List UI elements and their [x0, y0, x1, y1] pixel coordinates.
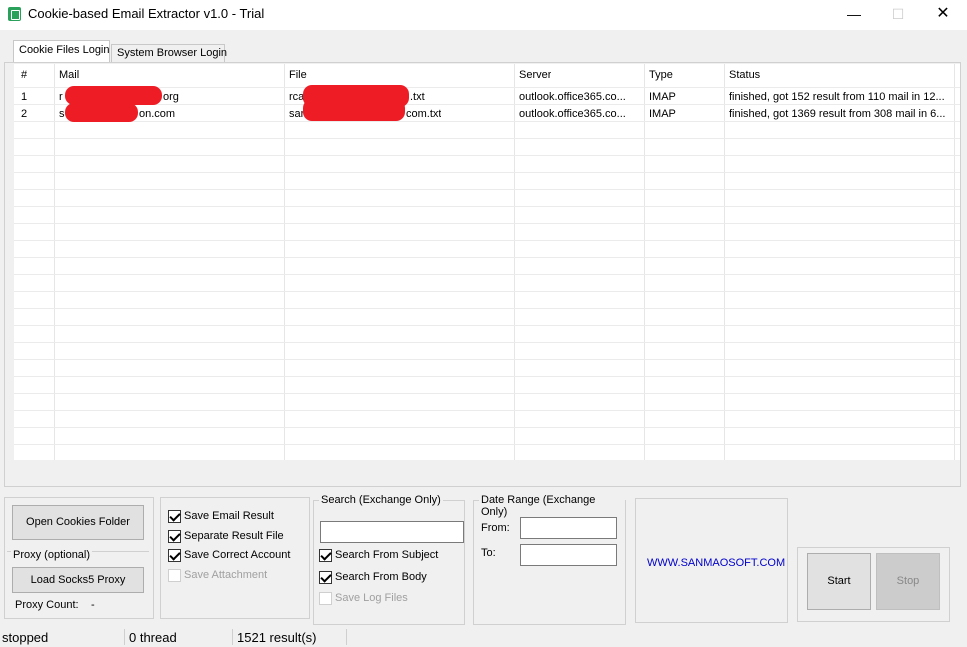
row-number: 2 [21, 108, 28, 120]
empty-row [14, 224, 960, 241]
tab-panel: # Mail File Server Type Status 1 r org r… [4, 62, 961, 487]
search-group: Search (Exchange Only) Search From Subje… [313, 494, 465, 625]
row-status: finished, got 152 result from 110 mail i… [729, 91, 945, 103]
status-separator [232, 629, 233, 645]
column-header-mail[interactable]: Mail [59, 69, 79, 81]
save-email-result-label: Save Email Result [184, 510, 274, 522]
row-file-suffix: .txt [410, 91, 425, 103]
empty-row [14, 394, 960, 411]
row-mail-suffix: org [163, 91, 179, 103]
date-range-group: Date Range (Exchange Only) From: To: [473, 494, 626, 625]
save-log-files-label: Save Log Files [335, 592, 408, 604]
redaction-mark [65, 103, 138, 122]
row-mail-prefix: r [59, 91, 63, 103]
proxy-count-label: Proxy Count: [15, 599, 79, 611]
search-from-body-label: Search From Body [335, 571, 427, 583]
empty-row [14, 343, 960, 360]
status-bar: stopped 0 thread 1521 result(s) [0, 627, 967, 647]
empty-row [14, 139, 960, 156]
save-correct-account-checkbox[interactable] [168, 549, 181, 562]
status-thread-count: 0 thread [129, 630, 177, 645]
load-socks5-proxy-button[interactable]: Load Socks5 Proxy [12, 567, 144, 593]
search-query-input[interactable] [320, 521, 464, 543]
empty-row [14, 173, 960, 190]
website-link[interactable]: WWW.SANMAOSOFT.COM [647, 557, 785, 569]
empty-row [14, 309, 960, 326]
save-attachment-checkbox[interactable] [168, 569, 181, 582]
column-header-status[interactable]: Status [729, 69, 760, 81]
empty-row [14, 377, 960, 394]
column-header-file[interactable]: File [289, 69, 307, 81]
stop-button[interactable]: Stop [876, 553, 940, 610]
save-options-group: Save Email Result Separate Result File S… [160, 497, 310, 619]
date-range-group-label: Date Range (Exchange Only) [479, 494, 625, 518]
empty-row [14, 411, 960, 428]
start-button[interactable]: Start [807, 553, 871, 610]
date-from-label: From: [481, 522, 510, 534]
title-bar: Cookie-based Email Extractor v1.0 - Tria… [0, 0, 967, 30]
empty-row [14, 241, 960, 258]
app-icon [8, 7, 21, 21]
run-controls-group: Start Stop [797, 547, 950, 622]
empty-row [14, 292, 960, 309]
column-header-number[interactable]: # [21, 69, 27, 81]
row-status: finished, got 1369 result from 308 mail … [729, 108, 946, 120]
row-server: outlook.office365.co... [519, 108, 626, 120]
close-button[interactable]: ✕ [932, 4, 954, 24]
row-mail-prefix: s [59, 108, 65, 120]
save-correct-account-label: Save Correct Account [184, 549, 291, 561]
row-number: 1 [21, 91, 28, 103]
empty-row [14, 156, 960, 173]
website-group: WWW.SANMAOSOFT.COM [635, 498, 788, 623]
empty-row [14, 122, 960, 139]
search-from-subject-checkbox[interactable] [319, 549, 332, 562]
date-from-input[interactable] [520, 517, 617, 539]
search-from-subject-label: Search From Subject [335, 549, 439, 561]
proxy-group-label: Proxy (optional) [11, 549, 93, 561]
proxy-count-value: - [91, 599, 95, 611]
cookies-proxy-group: Open Cookies Folder Proxy (optional) Loa… [4, 497, 154, 619]
table-row[interactable]: 1 r org rca .txt outlook.office365.co...… [14, 85, 960, 107]
status-separator [346, 629, 347, 645]
status-state: stopped [2, 630, 49, 645]
empty-row [14, 207, 960, 224]
row-file-suffix: com.txt [406, 108, 442, 120]
separate-result-file-label: Separate Result File [184, 530, 284, 542]
minimize-button[interactable]: — [843, 4, 865, 24]
save-log-files-checkbox[interactable] [319, 592, 332, 605]
status-separator [124, 629, 125, 645]
tab-cookie-files-login[interactable]: Cookie Files Login [13, 40, 110, 63]
empty-row [14, 190, 960, 207]
redaction-mark [303, 99, 405, 121]
row-mail-suffix: on.com [139, 108, 176, 120]
save-email-result-checkbox[interactable] [168, 510, 181, 523]
maximize-button[interactable]: ☐ [887, 4, 909, 24]
empty-row [14, 428, 960, 445]
empty-row [14, 275, 960, 292]
table-row[interactable]: 2 s on.com sar com.txt outlook.office365… [14, 99, 960, 122]
separate-result-file-checkbox[interactable] [168, 530, 181, 543]
search-group-label: Search (Exchange Only) [319, 494, 443, 506]
search-from-body-checkbox[interactable] [319, 571, 332, 584]
table-header: # Mail File Server Type Status [14, 64, 960, 88]
empty-row [14, 326, 960, 343]
status-result-count: 1521 result(s) [237, 630, 317, 645]
row-file-prefix: sar [289, 108, 305, 120]
column-header-server[interactable]: Server [519, 69, 551, 81]
open-cookies-folder-button[interactable]: Open Cookies Folder [12, 505, 144, 540]
date-to-label: To: [481, 547, 496, 559]
column-header-type[interactable]: Type [649, 69, 673, 81]
window-title: Cookie-based Email Extractor v1.0 - Tria… [28, 6, 265, 21]
row-type: IMAP [649, 91, 676, 103]
row-file-prefix: rca [289, 91, 305, 103]
empty-row [14, 258, 960, 275]
results-table[interactable]: # Mail File Server Type Status 1 r org r… [14, 64, 960, 460]
tab-system-browser-login[interactable]: System Browser Login [111, 44, 227, 63]
row-server: outlook.office365.co... [519, 91, 626, 103]
row-type: IMAP [649, 108, 676, 120]
empty-row [14, 360, 960, 377]
save-attachment-label: Save Attachment [184, 569, 268, 581]
date-to-input[interactable] [520, 544, 617, 566]
